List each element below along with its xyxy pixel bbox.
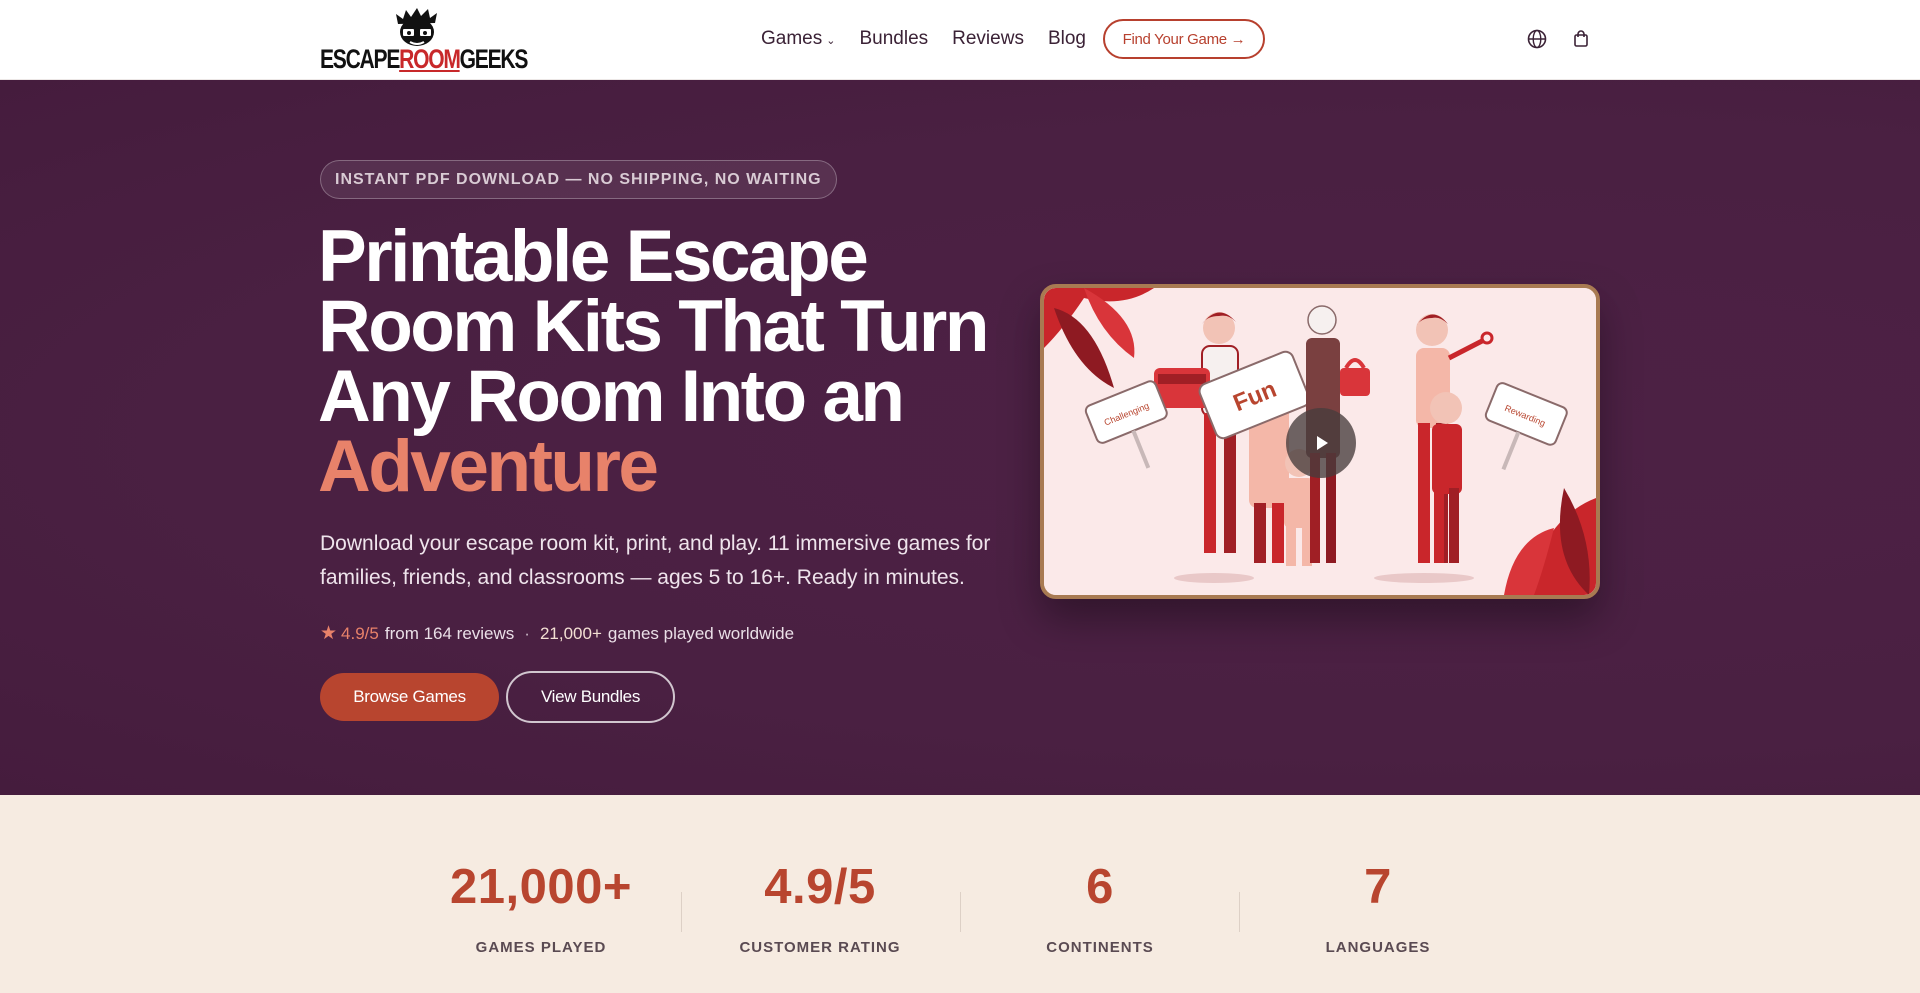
promo-video[interactable]: Challenging Fun Rewarding [1040,284,1600,599]
site-header: ESCAPEROOMGEEKS Games ⌄ Bundles Reviews … [0,0,1920,80]
nav-games-label: Games [761,28,823,49]
chevron-down-icon: ⌄ [826,34,836,47]
hero-section: INSTANT PDF DOWNLOAD — NO SHIPPING, NO W… [0,80,1920,795]
stat-value: 7 [1364,860,1392,914]
stat-value: 6 [1086,860,1114,914]
logo-wordmark: ESCAPEROOMGEEKS [320,44,528,74]
rating-summary: ★ 4.9/5 from 164 reviews · 21,000+ games… [320,622,794,645]
hero-title-line: Printable Escape [318,216,869,297]
hero-title-accent: Adventure [318,426,659,507]
nav-reviews[interactable]: Reviews [952,28,1024,50]
stat-label: GAMES PLAYED [475,939,607,956]
stat-value: 21,000+ [450,860,632,914]
hero-title-line: Room Kits That Turn [318,286,989,367]
nav-games[interactable]: Games ⌄ [761,28,835,50]
stat-games-played: 21,000+ GAMES PLAYED [401,795,681,993]
star-icon: ★ [320,623,338,644]
stat-value: 4.9/5 [764,860,876,914]
separator-dot: · [524,623,530,643]
find-your-game-button[interactable]: Find Your Game → [1103,19,1265,59]
globe-icon[interactable] [1526,28,1548,50]
eyebrow-badge: INSTANT PDF DOWNLOAD — NO SHIPPING, NO W… [320,160,837,199]
escape-room-geeks-logo[interactable]: ESCAPEROOMGEEKS [320,8,528,74]
stat-label: LANGUAGES [1325,939,1431,956]
main-nav: Games ⌄ Bundles Reviews Blog [761,24,1110,54]
stats-band: 21,000+ GAMES PLAYED 4.9/5 CUSTOMER RATI… [0,795,1920,993]
hero-title: Printable Escape Room Kits That Turn Any… [318,220,1018,507]
games-played-text: games played worldwide [607,623,795,643]
browse-games-button[interactable]: Browse Games [320,673,499,721]
play-icon [1317,436,1328,450]
hero-subtitle: Download your escape room kit, print, an… [320,532,991,589]
nav-blog[interactable]: Blog [1048,28,1086,50]
rating-reviews-text: from 164 reviews [384,623,515,643]
stat-customer-rating: 4.9/5 CUSTOMER RATING [680,795,960,993]
play-button[interactable] [1286,408,1356,478]
stat-label: CONTINENTS [1046,939,1154,956]
stat-label: CUSTOMER RATING [739,939,901,956]
hero-title-line: Any Room Into an [318,356,905,437]
games-played-count: 21,000+ [539,623,602,643]
stat-continents: 6 CONTINENTS [960,795,1240,993]
nav-bundles[interactable]: Bundles [859,28,928,50]
stat-languages: 7 LANGUAGES [1238,795,1518,993]
rating-score: 4.9/5 [341,623,379,643]
view-bundles-button[interactable]: View Bundles [506,671,675,723]
shopping-bag-icon[interactable] [1570,28,1592,50]
geek-mascot-icon [396,8,437,46]
